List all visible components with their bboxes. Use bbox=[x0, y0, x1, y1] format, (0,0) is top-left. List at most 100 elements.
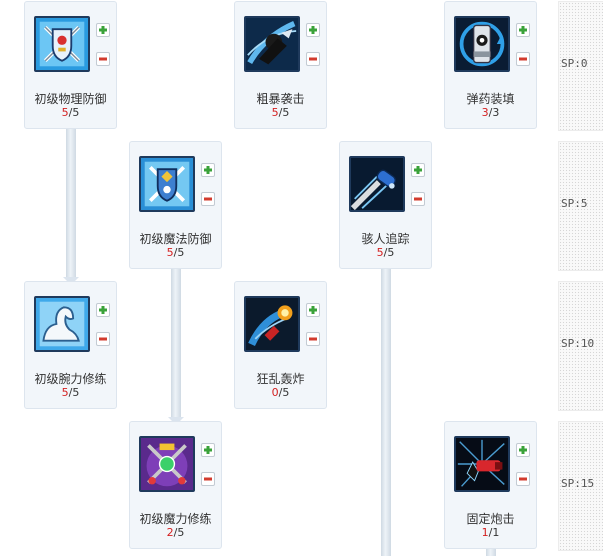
minus-icon bbox=[309, 337, 317, 341]
skill-name: 初级魔法防御 bbox=[139, 232, 212, 246]
level-max: /1 bbox=[488, 526, 500, 539]
skill-card-arm-training[interactable]: 初级腕力修练 5/5 bbox=[24, 281, 117, 409]
skill-level: 5/5 bbox=[130, 246, 221, 259]
skill-card-physical-defense[interactable]: 初级物理防御 5/5 bbox=[24, 1, 117, 129]
skill-name: 初级魔力修练 bbox=[139, 512, 212, 526]
decrease-level-button[interactable] bbox=[201, 192, 215, 206]
plus-icon bbox=[309, 306, 317, 314]
skill-card-frenzy-bombard[interactable]: 狂乱轰炸 0/5 bbox=[234, 281, 327, 409]
minus-icon bbox=[519, 57, 527, 61]
skill-name: 狂乱轰炸 bbox=[256, 372, 305, 386]
plus-icon bbox=[99, 306, 107, 314]
level-current: 2 bbox=[166, 526, 174, 539]
plus-icon bbox=[309, 26, 317, 34]
prereq-connector bbox=[486, 548, 496, 556]
sp-tier-label: SP:0 bbox=[561, 57, 588, 70]
decrease-level-button[interactable] bbox=[96, 52, 110, 66]
decrease-level-button[interactable] bbox=[306, 332, 320, 346]
magic-shield-icon[interactable] bbox=[139, 156, 195, 212]
prereq-connector bbox=[63, 128, 79, 285]
skill-level: 5/5 bbox=[25, 106, 116, 119]
increase-level-button[interactable] bbox=[516, 443, 530, 457]
decrease-level-button[interactable] bbox=[411, 192, 425, 206]
ammo-reload-icon[interactable] bbox=[454, 16, 510, 72]
sp-tier-label: SP:15 bbox=[561, 477, 595, 490]
sp-tier-10: SP:10 bbox=[558, 281, 603, 411]
skill-card-magic-training[interactable]: 初级魔力修练 2/5 bbox=[129, 421, 222, 549]
decrease-level-button[interactable] bbox=[96, 332, 110, 346]
increase-level-button[interactable] bbox=[516, 23, 530, 37]
sp-tier-15: SP:15 bbox=[558, 421, 603, 551]
level-max: /5 bbox=[68, 386, 80, 399]
level-current: 5 bbox=[61, 106, 69, 119]
plus-icon bbox=[519, 446, 527, 454]
flexed-arm-icon[interactable] bbox=[34, 296, 90, 352]
skill-level: 0/5 bbox=[235, 386, 326, 399]
minus-icon bbox=[99, 57, 107, 61]
skill-card-fixed-cannon[interactable]: 固定炮击 1/1 bbox=[444, 421, 537, 549]
skill-card-ammo-reload[interactable]: 弹药装填 3/3 bbox=[444, 1, 537, 129]
plus-icon bbox=[99, 26, 107, 34]
frenzy-bombard-icon[interactable] bbox=[244, 296, 300, 352]
skill-level: 2/5 bbox=[130, 526, 221, 539]
increase-level-button[interactable] bbox=[306, 303, 320, 317]
increase-level-button[interactable] bbox=[201, 163, 215, 177]
skill-level: 5/5 bbox=[235, 106, 326, 119]
minus-icon bbox=[204, 477, 212, 481]
tracking-missile-icon[interactable] bbox=[349, 156, 405, 212]
prereq-connector bbox=[381, 268, 391, 556]
level-current: 5 bbox=[271, 106, 279, 119]
prereq-connector bbox=[168, 268, 184, 425]
level-max: /5 bbox=[173, 526, 185, 539]
plus-icon bbox=[519, 26, 527, 34]
level-current: 3 bbox=[481, 106, 489, 119]
decrease-level-button[interactable] bbox=[306, 52, 320, 66]
increase-level-button[interactable] bbox=[96, 303, 110, 317]
minus-icon bbox=[414, 197, 422, 201]
level-current: 1 bbox=[481, 526, 489, 539]
minus-icon bbox=[204, 197, 212, 201]
skill-card-tracking[interactable]: 骇人追踪 5/5 bbox=[339, 141, 432, 269]
minus-icon bbox=[309, 57, 317, 61]
skill-name: 初级物理防御 bbox=[34, 92, 107, 106]
brute-strike-icon[interactable] bbox=[244, 16, 300, 72]
magic-power-icon[interactable] bbox=[139, 436, 195, 492]
skill-level: 1/1 bbox=[445, 526, 536, 539]
increase-level-button[interactable] bbox=[411, 163, 425, 177]
skill-name: 弹药装填 bbox=[466, 92, 515, 106]
sp-tier-5: SP:5 bbox=[558, 141, 603, 271]
level-current: 5 bbox=[166, 246, 174, 259]
level-max: /5 bbox=[68, 106, 80, 119]
plus-icon bbox=[204, 166, 212, 174]
skill-level: 5/5 bbox=[25, 386, 116, 399]
level-max: /5 bbox=[278, 386, 290, 399]
plus-icon bbox=[414, 166, 422, 174]
decrease-level-button[interactable] bbox=[516, 52, 530, 66]
skill-name: 初级腕力修练 bbox=[34, 372, 107, 386]
skill-name: 固定炮击 bbox=[466, 512, 515, 526]
skill-name: 粗暴袭击 bbox=[256, 92, 305, 106]
decrease-level-button[interactable] bbox=[201, 472, 215, 486]
decrease-level-button[interactable] bbox=[516, 472, 530, 486]
skill-card-magic-defense[interactable]: 初级魔法防御 5/5 bbox=[129, 141, 222, 269]
level-current: 0 bbox=[271, 386, 279, 399]
fixed-cannon-icon[interactable] bbox=[454, 436, 510, 492]
level-current: 5 bbox=[376, 246, 384, 259]
level-max: /5 bbox=[278, 106, 290, 119]
sp-tier-label: SP:10 bbox=[561, 337, 595, 350]
level-max: /5 bbox=[173, 246, 185, 259]
increase-level-button[interactable] bbox=[306, 23, 320, 37]
increase-level-button[interactable] bbox=[201, 443, 215, 457]
skill-name: 骇人追踪 bbox=[361, 232, 410, 246]
sp-tier-label: SP:5 bbox=[561, 197, 588, 210]
level-max: /5 bbox=[383, 246, 395, 259]
minus-icon bbox=[519, 477, 527, 481]
shield-swords-icon[interactable] bbox=[34, 16, 90, 72]
increase-level-button[interactable] bbox=[96, 23, 110, 37]
skill-level: 5/5 bbox=[340, 246, 431, 259]
skill-level: 3/3 bbox=[445, 106, 536, 119]
skill-card-brute-strike[interactable]: 粗暴袭击 5/5 bbox=[234, 1, 327, 129]
level-max: /3 bbox=[488, 106, 500, 119]
sp-tier-0: SP:0 bbox=[558, 1, 603, 131]
level-current: 5 bbox=[61, 386, 69, 399]
